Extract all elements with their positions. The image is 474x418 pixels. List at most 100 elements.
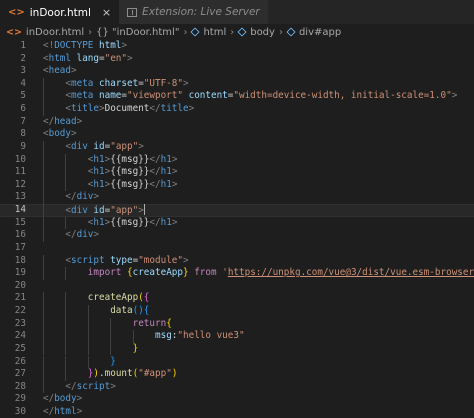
- indent-guide: [43, 380, 44, 394]
- indent-guide: [43, 166, 44, 179]
- code-token: data: [110, 305, 133, 317]
- line-number: 10: [14, 153, 26, 165]
- code-token: mount: [104, 368, 133, 380]
- code-line[interactable]: 21 createApp({: [0, 292, 474, 305]
- code-token: "width=device-width, initial-scale=1.0": [233, 90, 452, 102]
- code-line[interactable]: 15 <h1>{{msg}}</h1>: [0, 216, 474, 230]
- code-token: >: [171, 178, 178, 190]
- code-line[interactable]: 19 import {createApp} from 'https://unpkg…: [0, 267, 474, 280]
- tab-extension-live-server[interactable]: Extension: Live Server: [119, 0, 268, 24]
- code-line[interactable]: 7 </head>: [0, 116, 474, 129]
- breadcrumb-item-body[interactable]: body: [250, 27, 275, 38]
- code-token: >: [182, 77, 189, 89]
- indent-guide: [110, 317, 112, 331]
- line-number: 22: [14, 305, 26, 317]
- code-token: >: [93, 229, 99, 241]
- code-token: h1: [93, 153, 105, 165]
- code-token: body: [48, 128, 71, 140]
- code-line[interactable]: 26}: [0, 355, 474, 369]
- breadcrumb-item-html[interactable]: html: [203, 27, 226, 38]
- code-token: {: [143, 292, 150, 304]
- code-line[interactable]: 23 return{: [0, 317, 474, 331]
- code-token: >: [93, 191, 99, 203]
- code-line[interactable]: 28 </script>: [0, 380, 474, 394]
- code-token: {{msg}}: [110, 216, 150, 228]
- code-line[interactable]: 4 <meta charset="UTF-8">: [0, 77, 474, 91]
- code-text: <h1>{{msg}}</h1>: [88, 217, 178, 230]
- breadcrumb-item-file[interactable]: inDoor.html: [26, 27, 84, 38]
- code-editor[interactable]: 1 <!DOCTYPE html> 2 <html lang="en"> 3 <head>…: [0, 40, 474, 418]
- code-token: </: [65, 380, 77, 392]
- code-token: head: [48, 65, 71, 77]
- code-line[interactable]: 14 <div id="app">: [0, 204, 474, 217]
- code-line[interactable]: 1 <!DOCTYPE html>: [0, 40, 474, 53]
- code-line[interactable]: 8 <body>: [0, 128, 474, 141]
- code-line[interactable]: 30 </html>: [0, 406, 474, 418]
- code-token: meta: [71, 90, 94, 102]
- code-token: head: [54, 115, 77, 127]
- code-line[interactable]: 5 <meta name="viewport" content="width=de…: [0, 90, 474, 104]
- code-line[interactable]: 17: [0, 242, 474, 255]
- line-number: 8: [20, 128, 26, 140]
- line-number: 15: [14, 216, 26, 228]
- line-number: 29: [14, 393, 26, 405]
- line-number: 21: [14, 292, 26, 304]
- code-line[interactable]: 13 </div>: [0, 191, 474, 205]
- code-token: h1: [160, 166, 172, 178]
- chevron-right-icon: ›: [230, 26, 235, 38]
- indent-guide: [65, 178, 67, 192]
- code-text: <h1>{{msg}}</h1>: [88, 166, 178, 179]
- code-token: https://unpkg.com/vue@3/dist/vue.esm-bro…: [227, 267, 474, 279]
- indent-guide: [43, 330, 44, 343]
- code-line[interactable]: 24 msg:"hello vue3": [0, 330, 474, 343]
- code-line[interactable]: 2 <html lang="en">: [0, 53, 474, 66]
- code-token: div: [71, 205, 88, 217]
- close-tab-icon[interactable]: ×: [102, 6, 111, 19]
- code-line[interactable]: 11 <h1>{{msg}}</h1>: [0, 166, 474, 179]
- code-line[interactable]: 20: [0, 280, 474, 293]
- code-text: </script>: [65, 381, 115, 394]
- line-number: 4: [20, 77, 26, 89]
- indent-guide: [87, 317, 89, 331]
- code-token: "app": [110, 140, 139, 152]
- indent-guide: [87, 305, 89, 318]
- code-text: <meta name="viewport" content="width=dev…: [65, 90, 457, 103]
- code-token: ): [171, 368, 178, 380]
- code-line[interactable]: 18 <script type="module">: [0, 254, 474, 268]
- indent-guide: [110, 330, 112, 343]
- indent-guide: [43, 204, 44, 217]
- indent-guide: [110, 342, 112, 356]
- code-text: </html>: [43, 406, 82, 418]
- code-line[interactable]: 22 data(){: [0, 305, 474, 318]
- tab-indoor-html[interactable]: <> inDoor.html ×: [0, 0, 120, 24]
- line-number: 14: [14, 204, 26, 216]
- code-token: createApp: [132, 267, 183, 279]
- line-number: 9: [20, 140, 26, 152]
- code-line[interactable]: 29 </body>: [0, 393, 474, 406]
- code-line[interactable]: 16 </div>: [0, 229, 474, 242]
- code-line[interactable]: 10 <h1>{{msg}}</h1>: [0, 153, 474, 167]
- code-text: <meta charset="UTF-8">: [65, 78, 188, 91]
- code-token: {: [166, 317, 172, 329]
- code-token: </: [43, 405, 55, 417]
- code-token: script: [71, 254, 105, 266]
- code-token: h1: [93, 178, 105, 190]
- code-token: html: [54, 405, 77, 417]
- preview-icon: [127, 7, 138, 17]
- indent-guide: [43, 355, 44, 369]
- indent-guide: [43, 103, 44, 116]
- code-line[interactable]: 25}: [0, 342, 474, 356]
- code-line[interactable]: 9 <div id="app">: [0, 140, 474, 154]
- breadcrumb-item-document[interactable]: {} "inDoor.html": [96, 27, 179, 38]
- code-line[interactable]: 27}).mount("#app"): [0, 368, 474, 381]
- code-token: </: [149, 103, 161, 115]
- code-token: from: [194, 267, 217, 279]
- code-line[interactable]: 3 <head>: [0, 65, 474, 78]
- line-number: 30: [14, 405, 26, 417]
- breadcrumb-item-div-app[interactable]: div#app: [299, 27, 341, 38]
- code-line[interactable]: 12 <h1>{{msg}}</h1>: [0, 178, 474, 192]
- code-token: createApp: [87, 292, 139, 304]
- code-text: data(){: [110, 305, 149, 318]
- line-number: 28: [14, 380, 26, 392]
- code-line[interactable]: 6 <title>Document</title>: [0, 103, 474, 116]
